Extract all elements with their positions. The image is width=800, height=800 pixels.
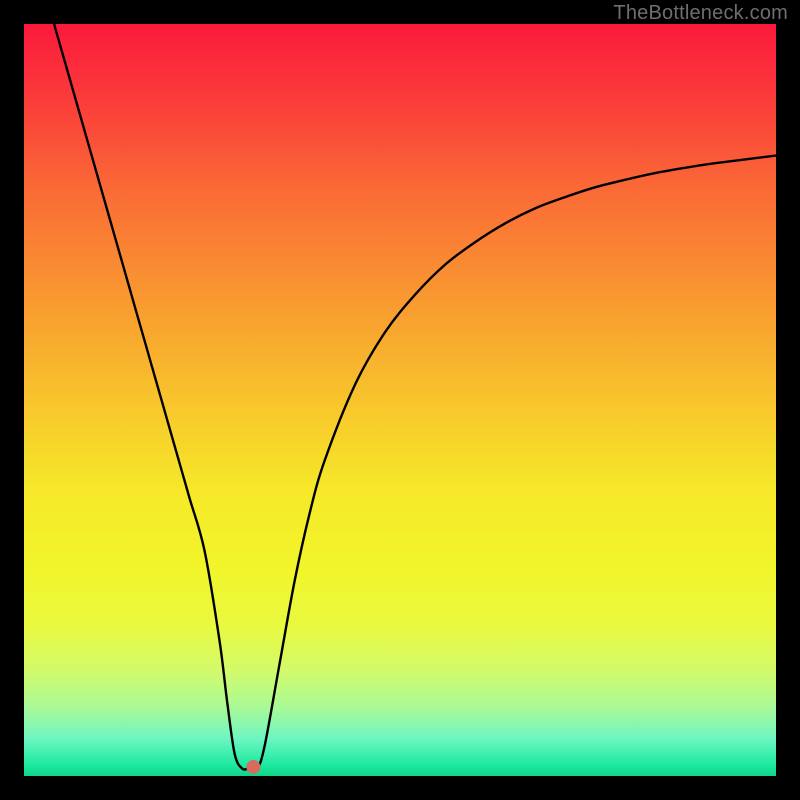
chart-frame <box>24 24 776 776</box>
gradient-background <box>24 24 776 776</box>
optimal-point-marker <box>246 760 260 774</box>
watermark-text: TheBottleneck.com <box>613 2 788 25</box>
bottleneck-chart <box>24 24 776 776</box>
